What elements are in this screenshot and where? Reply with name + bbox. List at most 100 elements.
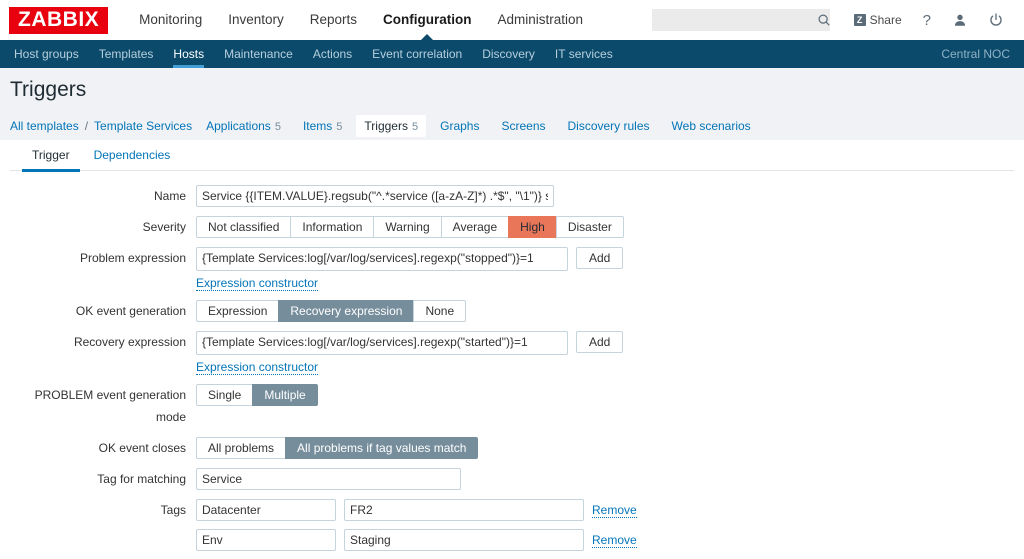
tag-remove-link[interactable]: Remove bbox=[592, 503, 637, 518]
severity-option-average[interactable]: Average bbox=[440, 216, 509, 238]
tag-remove-link[interactable]: Remove bbox=[592, 533, 637, 548]
field-row-problem-expression: Problem expression {Template Services:lo… bbox=[10, 247, 1014, 291]
object-tab-graphs-label[interactable]: Graphs bbox=[440, 119, 479, 133]
form-tabs: Trigger Dependencies bbox=[10, 140, 1014, 172]
object-tab-applications-count: 5 bbox=[274, 121, 281, 133]
ok-event-closes-label: OK event closes bbox=[98, 441, 186, 455]
server-name-label: Central NOC bbox=[941, 47, 1010, 61]
problem-event-mode-selector: Single Multiple bbox=[196, 384, 318, 406]
object-tab-web-scenarios-label[interactable]: Web scenarios bbox=[672, 119, 751, 133]
tag-for-matching-control bbox=[196, 468, 461, 490]
subnav-item-event-correlation[interactable]: Event correlation bbox=[362, 40, 472, 68]
tab-trigger[interactable]: Trigger bbox=[22, 140, 80, 172]
object-tab-screens-label[interactable]: Screens bbox=[501, 119, 545, 133]
nav-item-monitoring[interactable]: Monitoring bbox=[126, 0, 215, 40]
recovery-expression-control: {Template Services:log[/var/log/services… bbox=[196, 331, 624, 375]
power-icon[interactable] bbox=[978, 13, 1014, 27]
zabbix-logo[interactable]: ZABBIX bbox=[9, 6, 109, 34]
ok-event-generation-option-recovery-expression[interactable]: Recovery expression bbox=[278, 300, 414, 322]
breadcrumb-template-name[interactable]: Template Services bbox=[94, 119, 192, 133]
severity-option-warning[interactable]: Warning bbox=[373, 216, 441, 238]
tag-for-matching-label: Tag for matching bbox=[97, 472, 186, 486]
tags-table: Remove Remove Remove bbox=[196, 499, 637, 559]
tag-name-input[interactable] bbox=[196, 529, 336, 551]
trigger-form: Name Severity Not classified Information… bbox=[10, 171, 1014, 559]
page-title: Triggers bbox=[10, 78, 87, 101]
ok-event-closes-option-tag-values-match[interactable]: All problems if tag values match bbox=[285, 437, 479, 459]
problem-expression-constructor-link[interactable]: Expression constructor bbox=[196, 276, 319, 291]
field-row-recovery-expression: Recovery expression {Template Services:l… bbox=[10, 331, 1014, 375]
problem-expression-add-button[interactable]: Add bbox=[576, 247, 624, 269]
object-tab-items-count: 5 bbox=[336, 121, 343, 133]
recovery-expression-constructor-link[interactable]: Expression constructor bbox=[196, 360, 319, 375]
severity-option-information[interactable]: Information bbox=[290, 216, 374, 238]
subnav-item-it-services[interactable]: IT services bbox=[545, 40, 623, 68]
object-tab-graphs[interactable]: Graphs bbox=[432, 115, 487, 137]
recovery-expression-label: Recovery expression bbox=[73, 335, 186, 349]
subnav-item-actions[interactable]: Actions bbox=[303, 40, 362, 68]
problem-expression-input[interactable]: {Template Services:log[/var/log/services… bbox=[196, 247, 568, 271]
table-row: Remove bbox=[196, 499, 637, 521]
field-row-name: Name bbox=[10, 185, 1014, 207]
field-row-tags: Tags Remove Remove Remove bbox=[10, 499, 1014, 559]
object-tab-screens[interactable]: Screens bbox=[493, 115, 553, 137]
tag-value-input[interactable] bbox=[344, 499, 584, 521]
object-tab-web-scenarios[interactable]: Web scenarios bbox=[664, 115, 759, 137]
nav-item-administration[interactable]: Administration bbox=[485, 0, 597, 40]
tag-value-input[interactable] bbox=[344, 529, 584, 551]
ok-event-generation-option-expression[interactable]: Expression bbox=[196, 300, 279, 322]
object-tab-items-label[interactable]: Items bbox=[303, 119, 332, 133]
tag-for-matching-input[interactable] bbox=[196, 468, 461, 490]
table-row: Remove bbox=[196, 529, 637, 551]
field-row-severity: Severity Not classified Information Warn… bbox=[10, 216, 1014, 238]
share-badge-icon: Z bbox=[853, 14, 866, 26]
trigger-form-card: Trigger Dependencies Name Severity Not c… bbox=[10, 140, 1014, 559]
nav-item-inventory[interactable]: Inventory bbox=[215, 0, 297, 40]
page-header-area: Triggers All templates / Template Servic… bbox=[0, 68, 1024, 140]
object-tab-applications-label[interactable]: Applications bbox=[206, 119, 271, 133]
ok-event-closes-selector: All problems All problems if tag values … bbox=[196, 437, 479, 459]
global-search[interactable] bbox=[651, 9, 831, 31]
severity-option-not-classified[interactable]: Not classified bbox=[196, 216, 291, 238]
name-input[interactable] bbox=[196, 185, 554, 207]
subnav-item-maintenance[interactable]: Maintenance bbox=[214, 40, 303, 68]
share-label: Share bbox=[869, 13, 902, 27]
subnav-item-templates[interactable]: Templates bbox=[89, 40, 164, 68]
field-row-ok-event-closes: OK event closes All problems All problem… bbox=[10, 437, 1014, 459]
problem-event-mode-option-single[interactable]: Single bbox=[196, 384, 253, 406]
sub-navigation: Host groups Templates Hosts Maintenance … bbox=[0, 40, 1024, 68]
recovery-expression-input[interactable]: {Template Services:log[/var/log/services… bbox=[196, 331, 568, 355]
ok-event-closes-option-all-problems[interactable]: All problems bbox=[196, 437, 286, 459]
search-icon bbox=[817, 13, 831, 27]
problem-expression-control: {Template Services:log[/var/log/services… bbox=[196, 247, 624, 291]
object-tab-discovery-rules[interactable]: Discovery rules bbox=[560, 115, 658, 137]
field-row-problem-event-mode: PROBLEM event generation mode Single Mul… bbox=[10, 384, 1014, 428]
severity-option-high[interactable]: High bbox=[508, 216, 556, 238]
help-icon[interactable]: ? bbox=[912, 12, 942, 29]
recovery-expression-add-button[interactable]: Add bbox=[576, 331, 624, 353]
user-icon[interactable] bbox=[942, 13, 978, 27]
object-tab-applications[interactable]: Applications 5 bbox=[198, 115, 289, 137]
ok-event-generation-option-none[interactable]: None bbox=[413, 300, 467, 322]
tag-name-input[interactable] bbox=[196, 499, 336, 521]
nav-item-reports[interactable]: Reports bbox=[297, 0, 370, 40]
object-tab-triggers-label: Triggers bbox=[364, 119, 408, 133]
subnav-item-hosts[interactable]: Hosts bbox=[163, 40, 214, 68]
search-input[interactable] bbox=[657, 12, 817, 28]
subnav-item-host-groups[interactable]: Host groups bbox=[4, 40, 89, 68]
problem-event-mode-option-multiple[interactable]: Multiple bbox=[252, 384, 318, 406]
nav-item-configuration[interactable]: Configuration bbox=[370, 0, 484, 41]
ok-event-generation-label: OK event generation bbox=[75, 304, 186, 318]
severity-option-disaster[interactable]: Disaster bbox=[555, 216, 624, 238]
tab-dependencies[interactable]: Dependencies bbox=[84, 140, 181, 171]
object-tab-triggers[interactable]: Triggers 5 bbox=[356, 115, 427, 137]
app-header: ZABBIX Monitoring Inventory Reports Conf… bbox=[0, 0, 1024, 41]
recovery-expression-inline: {Template Services:log[/var/log/services… bbox=[196, 331, 624, 355]
subnav-item-discovery[interactable]: Discovery bbox=[472, 40, 545, 68]
object-tab-items[interactable]: Items 5 bbox=[295, 115, 350, 137]
breadcrumb-all-templates[interactable]: All templates bbox=[10, 119, 79, 133]
share-button[interactable]: Z Share bbox=[844, 13, 912, 27]
problem-expression-label: Problem expression bbox=[79, 251, 186, 265]
object-tab-discovery-rules-label[interactable]: Discovery rules bbox=[568, 119, 650, 133]
name-label: Name bbox=[153, 189, 186, 203]
